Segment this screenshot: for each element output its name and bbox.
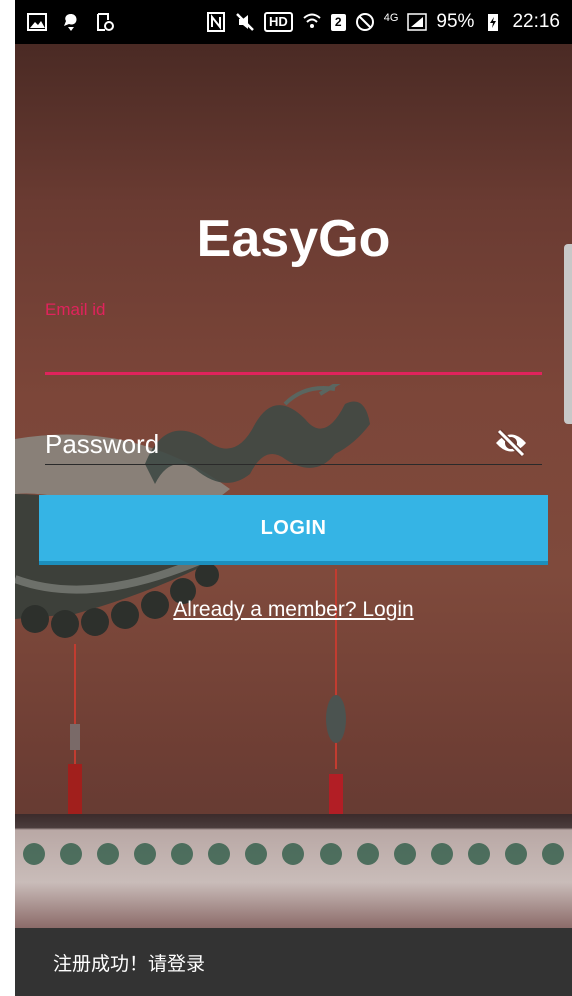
app-notification-icon [61,12,81,32]
email-label: Email id [45,300,106,319]
email-field[interactable] [45,328,542,375]
eye-off-icon[interactable] [493,426,529,460]
fence-image [15,814,572,928]
mute-icon [235,12,255,32]
battery-charging-icon [483,12,503,32]
wifi-icon [302,12,322,32]
nfc-icon [206,12,226,32]
already-member-link[interactable]: Already a member? Login [15,598,572,622]
battery-percent: 95% [436,11,475,32]
clock: 22:16 [512,11,560,32]
toast-message: 注册成功！请登录 [15,928,572,996]
password-field[interactable] [45,424,542,465]
network-type: 4G [383,12,399,24]
app-title: EasyGo [196,210,391,268]
gallery-icon [27,12,47,32]
status-bar: HD 2 4G 95% 22:16 [15,0,572,44]
login-screen: EasyGo Email id LOGIN Already a member? … [15,44,572,928]
screenshot-icon [95,12,115,32]
sim-badge: 2 [330,13,346,31]
login-button[interactable]: LOGIN [39,495,548,565]
block-icon [355,12,375,32]
signal-icon [407,12,428,32]
scrollbar[interactable] [564,244,572,424]
hd-badge: HD [263,12,293,32]
